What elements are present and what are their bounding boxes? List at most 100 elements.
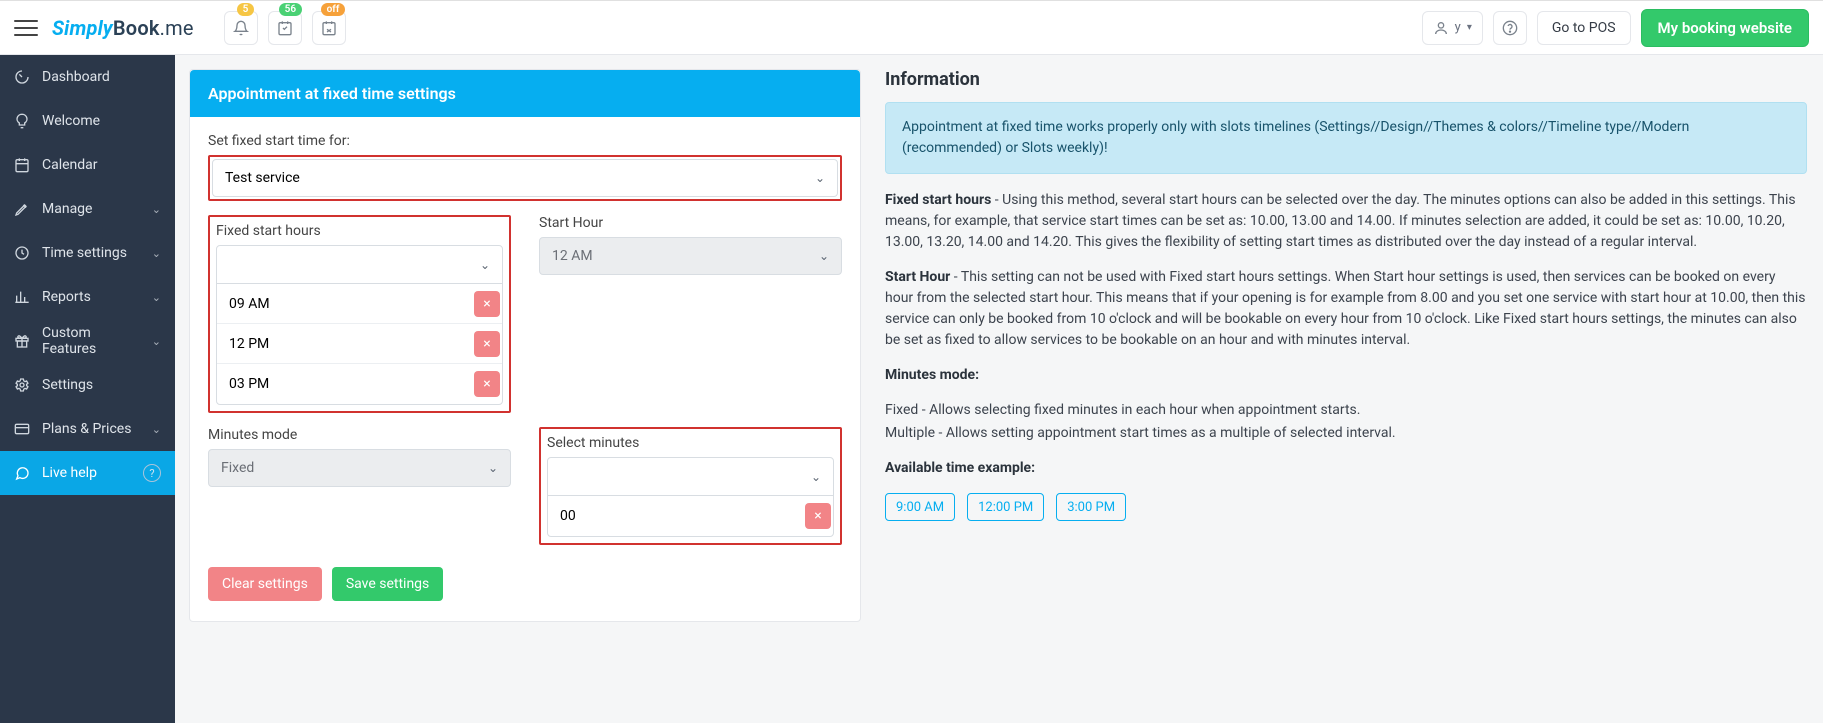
chevron-down-icon: ⌄ — [811, 470, 821, 484]
logo[interactable]: SimplyBook.me — [52, 16, 194, 40]
card-icon — [14, 421, 30, 437]
sidebar-item-time-settings[interactable]: Time settings ⌄ — [0, 231, 175, 275]
fixed-hour-label: 03 PM — [229, 376, 269, 392]
fixed-hour-item: 03 PM × — [217, 364, 502, 404]
status-badge: off — [321, 3, 346, 16]
fixed-hours-box: ⌄ 09 AM × 12 PM × — [216, 245, 503, 405]
sidebar-item-calendar[interactable]: Calendar — [0, 143, 175, 187]
sidebar-item-settings[interactable]: Settings — [0, 363, 175, 407]
notifications-button[interactable]: 5 — [224, 11, 258, 45]
clear-settings-button[interactable]: Clear settings — [208, 567, 322, 601]
minutes-mode-value: Fixed — [221, 460, 254, 476]
chevron-down-icon: ▾ — [1467, 22, 1472, 33]
minutes-mode-label: Minutes mode — [208, 427, 511, 443]
save-settings-label: Save settings — [346, 576, 429, 592]
user-icon — [1433, 20, 1449, 36]
calendar-x-icon — [321, 20, 337, 36]
remove-minute-button[interactable]: × — [805, 503, 831, 529]
chevron-down-icon: ⌄ — [152, 291, 161, 304]
time-pill: 12:00 PM — [967, 493, 1044, 521]
tasks-button[interactable]: 56 — [268, 11, 302, 45]
chevron-down-icon: ⌄ — [488, 461, 498, 475]
bar-icon — [14, 289, 30, 305]
fixed-hour-label: 09 AM — [229, 296, 270, 312]
gift-icon — [14, 333, 30, 349]
main-content: Appointment at fixed time settings Set f… — [175, 55, 1823, 723]
sidebar-item-label: Calendar — [42, 157, 98, 173]
select-minutes-box: ⌄ 00 × — [547, 457, 834, 537]
notifications-badge: 5 — [237, 3, 255, 16]
sidebar-item-label: Dashboard — [42, 69, 110, 85]
sidebar-item-plans-prices[interactable]: Plans & Prices ⌄ — [0, 407, 175, 451]
bell-icon — [233, 20, 249, 36]
info-bold: Start Hour — [885, 269, 950, 285]
sidebar-item-label: Reports — [42, 289, 91, 305]
help-icon: ? — [143, 464, 161, 482]
go-to-pos-label: Go to POS — [1552, 20, 1616, 36]
start-hour-select[interactable]: 12 AM ⌄ — [539, 237, 842, 275]
time-pill: 3:00 PM — [1056, 493, 1126, 521]
remove-fixed-hour-button[interactable]: × — [474, 331, 500, 357]
sidebar-item-reports[interactable]: Reports ⌄ — [0, 275, 175, 319]
fixed-hours-label: Fixed start hours — [216, 223, 503, 239]
select-minutes-add-select[interactable]: ⌄ — [548, 458, 833, 496]
info-bold: Minutes mode: — [885, 367, 979, 383]
save-settings-button[interactable]: Save settings — [332, 567, 443, 601]
gear-icon — [14, 377, 30, 393]
my-booking-website-label: My booking website — [1658, 19, 1792, 37]
my-booking-website-button[interactable]: My booking website — [1641, 9, 1809, 47]
fixed-hour-item: 09 AM × — [217, 284, 502, 324]
user-menu[interactable]: y ▾ — [1422, 11, 1483, 45]
menu-toggle[interactable] — [14, 16, 38, 40]
remove-fixed-hour-button[interactable]: × — [474, 371, 500, 397]
fixed-hours-add-select[interactable]: ⌄ — [217, 246, 502, 284]
clear-settings-label: Clear settings — [222, 576, 308, 592]
chevron-down-icon: ⌄ — [480, 258, 490, 272]
sidebar-item-custom-features[interactable]: Custom Features ⌄ — [0, 319, 175, 363]
information-column: Information Appointment at fixed time wo… — [885, 69, 1807, 707]
chevron-down-icon: ⌄ — [152, 335, 161, 348]
minute-label: 00 — [560, 508, 576, 524]
sidebar-item-label: Manage — [42, 201, 92, 217]
chevron-down-icon: ⌄ — [815, 171, 825, 185]
sidebar-item-label: Time settings — [42, 245, 127, 261]
info-paragraph-fixed-hours: Fixed start hours - Using this method, s… — [885, 190, 1807, 253]
topbar: SimplyBook.me 5 56 off y ▾ Go to POS My … — [0, 1, 1823, 55]
pencil-icon — [14, 201, 30, 217]
sidebar-item-label: Settings — [42, 377, 93, 393]
service-select[interactable]: Test service ⌄ — [212, 159, 838, 197]
sidebar-item-manage[interactable]: Manage ⌄ — [0, 187, 175, 231]
info-text: - Using this method, several start hours… — [885, 192, 1796, 250]
bulb-icon — [14, 113, 30, 129]
sidebar-item-label: Welcome — [42, 113, 100, 129]
select-minutes-label: Select minutes — [547, 435, 834, 451]
info-text: - This setting can not be used with Fixe… — [885, 269, 1806, 348]
info-paragraph-minutes-mode-title: Minutes mode: — [885, 365, 1807, 386]
remove-fixed-hour-button[interactable]: × — [474, 291, 500, 317]
sidebar-item-welcome[interactable]: Welcome — [0, 99, 175, 143]
info-paragraph-fixed-mode: Fixed - Allows selecting fixed minutes i… — [885, 400, 1807, 421]
panel-title: Appointment at fixed time settings — [190, 70, 860, 117]
chevron-down-icon: ⌄ — [152, 423, 161, 436]
gauge-icon — [14, 69, 30, 85]
sidebar-item-dashboard[interactable]: Dashboard — [0, 55, 175, 99]
sidebar-item-label: Plans & Prices — [42, 421, 131, 437]
time-pill: 9:00 AM — [885, 493, 955, 521]
chevron-down-icon: ⌄ — [819, 249, 829, 263]
chat-icon — [14, 465, 30, 481]
sidebar-item-label: Custom Features — [42, 325, 140, 357]
user-label: y — [1455, 20, 1461, 35]
fixed-hour-item: 12 PM × — [217, 324, 502, 364]
service-select-value: Test service — [225, 170, 300, 186]
time-example-pills: 9:00 AM 12:00 PM 3:00 PM — [885, 493, 1807, 521]
info-paragraph-start-hour: Start Hour - This setting can not be use… — [885, 267, 1807, 351]
sidebar-item-live-help[interactable]: Live help ? — [0, 451, 175, 495]
calendar-icon — [14, 157, 30, 173]
info-bold: Fixed start hours — [885, 192, 991, 208]
help-button[interactable] — [1493, 11, 1527, 45]
minutes-mode-select[interactable]: Fixed ⌄ — [208, 449, 511, 487]
status-button[interactable]: off — [312, 11, 346, 45]
go-to-pos-button[interactable]: Go to POS — [1537, 11, 1631, 45]
minute-item: 00 × — [548, 496, 833, 536]
start-hour-value: 12 AM — [552, 248, 593, 264]
